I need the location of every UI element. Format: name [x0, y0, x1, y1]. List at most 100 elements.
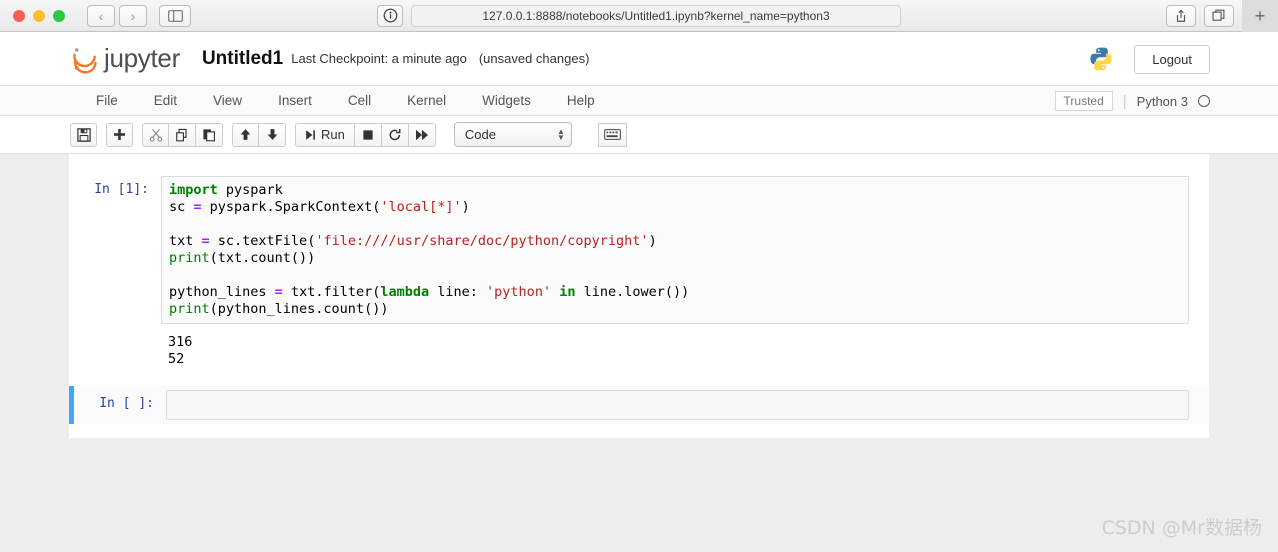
- jupyter-logo-icon: [73, 47, 97, 74]
- notebook-page-background: In [1]: import pyspark sc = pyspark.Spar…: [0, 154, 1278, 552]
- notebook-cell[interactable]: In [1]: import pyspark sc = pyspark.Spar…: [69, 172, 1209, 370]
- code-token: python_lines: [169, 284, 275, 300]
- run-cell-button[interactable]: Run: [295, 122, 355, 147]
- cell-output: 316 52: [161, 328, 1209, 370]
- code-token: line.lower()): [575, 284, 690, 300]
- command-palette-button[interactable]: [597, 122, 627, 147]
- floppy-disk-icon: [76, 127, 91, 142]
- code-token: (txt.count()): [209, 250, 316, 266]
- jupyter-header: jupyter Untitled1 Last Checkpoint: a min…: [0, 32, 1278, 86]
- interrupt-kernel-button[interactable]: [354, 122, 382, 147]
- menu-item-kernel[interactable]: Kernel: [389, 93, 464, 108]
- code-token: txt: [169, 233, 202, 249]
- notebook-container: In [1]: import pyspark sc = pyspark.Spar…: [69, 154, 1209, 438]
- menu-item-widgets[interactable]: Widgets: [464, 93, 549, 108]
- maximize-window-button[interactable]: [53, 9, 65, 22]
- checkpoint-status: Last Checkpoint: a minute ago: [291, 51, 467, 66]
- jupyter-wordmark: jupyter: [104, 43, 180, 73]
- toolbar-group-insert: [106, 122, 133, 147]
- status-separator: |: [1122, 92, 1127, 110]
- stop-square-icon: [363, 129, 373, 140]
- paste-icon: [203, 128, 215, 141]
- code-token: print: [169, 301, 210, 317]
- output-line: 316: [168, 334, 193, 350]
- code-token: import: [169, 182, 218, 198]
- screenshot-stage: ‹ › 127.0.0.1:8888/notebooks/Untitled1.i…: [0, 0, 1278, 552]
- new-tab-button[interactable]: +: [1242, 0, 1278, 32]
- run-button-label: Run: [321, 127, 345, 142]
- code-cell-empty-selected[interactable]: In [ ]:: [69, 386, 1209, 424]
- chevron-updown-icon: ▲ ▼: [556, 126, 565, 142]
- code-token: ): [648, 233, 657, 249]
- scissors-icon: [149, 128, 162, 142]
- toolbar-group-save: [70, 122, 97, 147]
- arrow-down-icon: [267, 129, 277, 140]
- code-token: in: [559, 284, 576, 300]
- toolbar-groups: Run Code ▲ ▼: [70, 122, 627, 147]
- share-glyph: [1176, 9, 1186, 22]
- share-icon[interactable]: [1166, 5, 1196, 27]
- toolbar-group-move: [232, 122, 286, 147]
- menu-item-help[interactable]: Help: [549, 93, 613, 108]
- code-cell-executed[interactable]: In [1]: import pyspark sc = pyspark.Spar…: [69, 172, 1209, 328]
- insert-cell-below-button[interactable]: [106, 122, 133, 147]
- trusted-badge[interactable]: Trusted: [1054, 91, 1113, 111]
- save-button[interactable]: [70, 122, 97, 147]
- url-input[interactable]: 127.0.0.1:8888/notebooks/Untitled1.ipynb…: [411, 4, 901, 27]
- notebook-title[interactable]: Untitled1: [202, 48, 283, 70]
- code-token: txt.filter(: [282, 284, 381, 300]
- forward-icon[interactable]: ›: [119, 4, 147, 27]
- move-cell-down-button[interactable]: [259, 122, 286, 147]
- watermark-text: CSDN @Mr数据杨: [1101, 517, 1262, 539]
- menu-item-cell[interactable]: Cell: [330, 93, 389, 108]
- code-token: 'file:////usr/share/doc/python/copyright…: [315, 233, 649, 249]
- code-token: 'python': [486, 284, 552, 300]
- sidebar-glyph: [167, 9, 183, 22]
- paste-cell-button[interactable]: [196, 122, 223, 147]
- code-token: print: [169, 250, 210, 266]
- browser-right-actions: +: [1166, 0, 1278, 32]
- keyboard-icon: [603, 129, 621, 140]
- code-token: ): [461, 199, 470, 215]
- copy-cell-button[interactable]: [169, 122, 196, 147]
- code-token: pyspark: [217, 182, 283, 198]
- cell-type-value: Code: [464, 127, 496, 142]
- show-tabs-icon[interactable]: [1204, 5, 1234, 27]
- menu-item-edit[interactable]: Edit: [136, 93, 195, 108]
- restart-circle-arrow-icon: [389, 128, 401, 140]
- code-token: sc: [169, 199, 194, 215]
- code-token: pyspark.SparkContext(: [201, 199, 381, 215]
- move-cell-up-button[interactable]: [232, 122, 259, 147]
- code-editor[interactable]: [166, 390, 1189, 420]
- browser-toolbar: ‹ › 127.0.0.1:8888/notebooks/Untitled1.i…: [0, 0, 1278, 32]
- header-right-actions: Logout: [1088, 32, 1210, 86]
- logout-button[interactable]: Logout: [1134, 44, 1210, 74]
- notebook-toolbar: Run Code ▲ ▼: [0, 116, 1278, 154]
- cut-cell-button[interactable]: [142, 122, 169, 147]
- menu-item-list: File Edit View Insert Cell Kernel Widget…: [78, 93, 613, 108]
- run-icon: [306, 129, 315, 140]
- menu-item-file[interactable]: File: [78, 93, 136, 108]
- cell-type-select[interactable]: Code ▲ ▼: [453, 122, 572, 147]
- restart-and-run-all-button[interactable]: [408, 122, 436, 147]
- menu-item-view[interactable]: View: [195, 93, 260, 108]
- menu-item-insert[interactable]: Insert: [260, 93, 330, 108]
- plus-icon: [113, 128, 126, 141]
- input-prompt: In [1]:: [94, 182, 149, 197]
- jupyter-logo-link[interactable]: jupyter: [70, 43, 180, 74]
- save-status: (unsaved changes): [478, 51, 590, 66]
- sidebar-toggle-icon[interactable]: [159, 4, 191, 27]
- back-icon[interactable]: ‹: [87, 4, 115, 27]
- code-token: =: [274, 284, 283, 300]
- output-line: 52: [168, 351, 185, 367]
- window-traffic-lights: [13, 9, 65, 22]
- address-bar-area: 127.0.0.1:8888/notebooks/Untitled1.ipynb…: [0, 4, 1278, 27]
- reader-info-icon[interactable]: [377, 4, 403, 27]
- restart-kernel-button[interactable]: [381, 122, 409, 147]
- close-window-button[interactable]: [13, 9, 25, 22]
- code-editor[interactable]: import pyspark sc = pyspark.SparkContext…: [161, 176, 1189, 324]
- code-token: (python_lines.count()): [209, 301, 389, 317]
- code-token: sc.textFile(: [209, 233, 316, 249]
- minimize-window-button[interactable]: [33, 9, 45, 22]
- arrow-up-icon: [240, 129, 251, 140]
